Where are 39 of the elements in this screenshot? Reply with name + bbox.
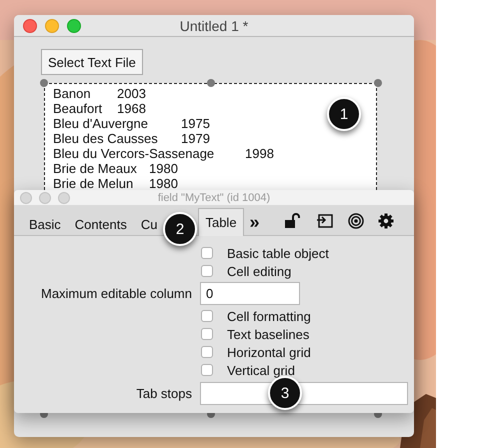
selection-handle[interactable] bbox=[40, 79, 48, 87]
minimize-button[interactable] bbox=[45, 18, 59, 32]
checkbox-label: Vertical grid bbox=[227, 362, 295, 378]
window-title: field "MyText" (id 1004) bbox=[156, 192, 272, 204]
unlocked-padlock-icon[interactable] bbox=[284, 213, 302, 229]
checkbox-label: Cell formatting bbox=[227, 308, 311, 324]
window-title: Untitled 1 * bbox=[178, 18, 250, 34]
checkbox-label: Horizontal grid bbox=[227, 344, 311, 360]
text-line: Brie de Meaux 1980 bbox=[53, 161, 178, 176]
checkbox[interactable] bbox=[201, 328, 213, 340]
text-line: Bleu du Vercors-Sassenage 1998 bbox=[53, 146, 274, 161]
checkbox[interactable] bbox=[201, 364, 213, 376]
zoom-button[interactable] bbox=[67, 18, 81, 32]
tab[interactable]: Contents bbox=[68, 211, 134, 236]
more-tabs-button[interactable]: » bbox=[244, 209, 266, 235]
target-icon[interactable] bbox=[348, 213, 364, 229]
settings-icon[interactable] bbox=[378, 213, 394, 229]
field-label: Tab stops bbox=[135, 386, 192, 400]
text-line: Brie de Melun 1980 bbox=[53, 176, 178, 190]
tab[interactable]: Cu bbox=[134, 211, 158, 236]
selection-handle[interactable] bbox=[374, 79, 382, 87]
tab[interactable]: Basic bbox=[22, 211, 68, 236]
selection-handle[interactable] bbox=[207, 79, 215, 87]
checkbox-label: Text baselines bbox=[227, 326, 310, 342]
close-button[interactable] bbox=[23, 18, 37, 32]
checkbox[interactable] bbox=[201, 346, 213, 358]
field-label: Maximum editable column bbox=[40, 286, 192, 301]
input-field[interactable]: 0 bbox=[200, 282, 300, 305]
tab[interactable]: Table bbox=[198, 208, 244, 236]
checkbox[interactable] bbox=[201, 247, 213, 259]
text-line: Beaufort 1968 bbox=[53, 101, 146, 116]
select-file-button[interactable]: Select Text File bbox=[41, 49, 143, 75]
checkbox-label: Basic table object bbox=[227, 246, 329, 260]
checkbox-label: Cell editing bbox=[227, 264, 292, 278]
text-line: Bleu des Causses 1979 bbox=[53, 131, 210, 146]
checkbox[interactable] bbox=[201, 265, 213, 277]
text-line: Banon 2003 bbox=[53, 86, 146, 101]
checkbox[interactable] bbox=[201, 310, 213, 322]
text-line: Bleu d'Auvergne 1975 bbox=[53, 116, 210, 131]
